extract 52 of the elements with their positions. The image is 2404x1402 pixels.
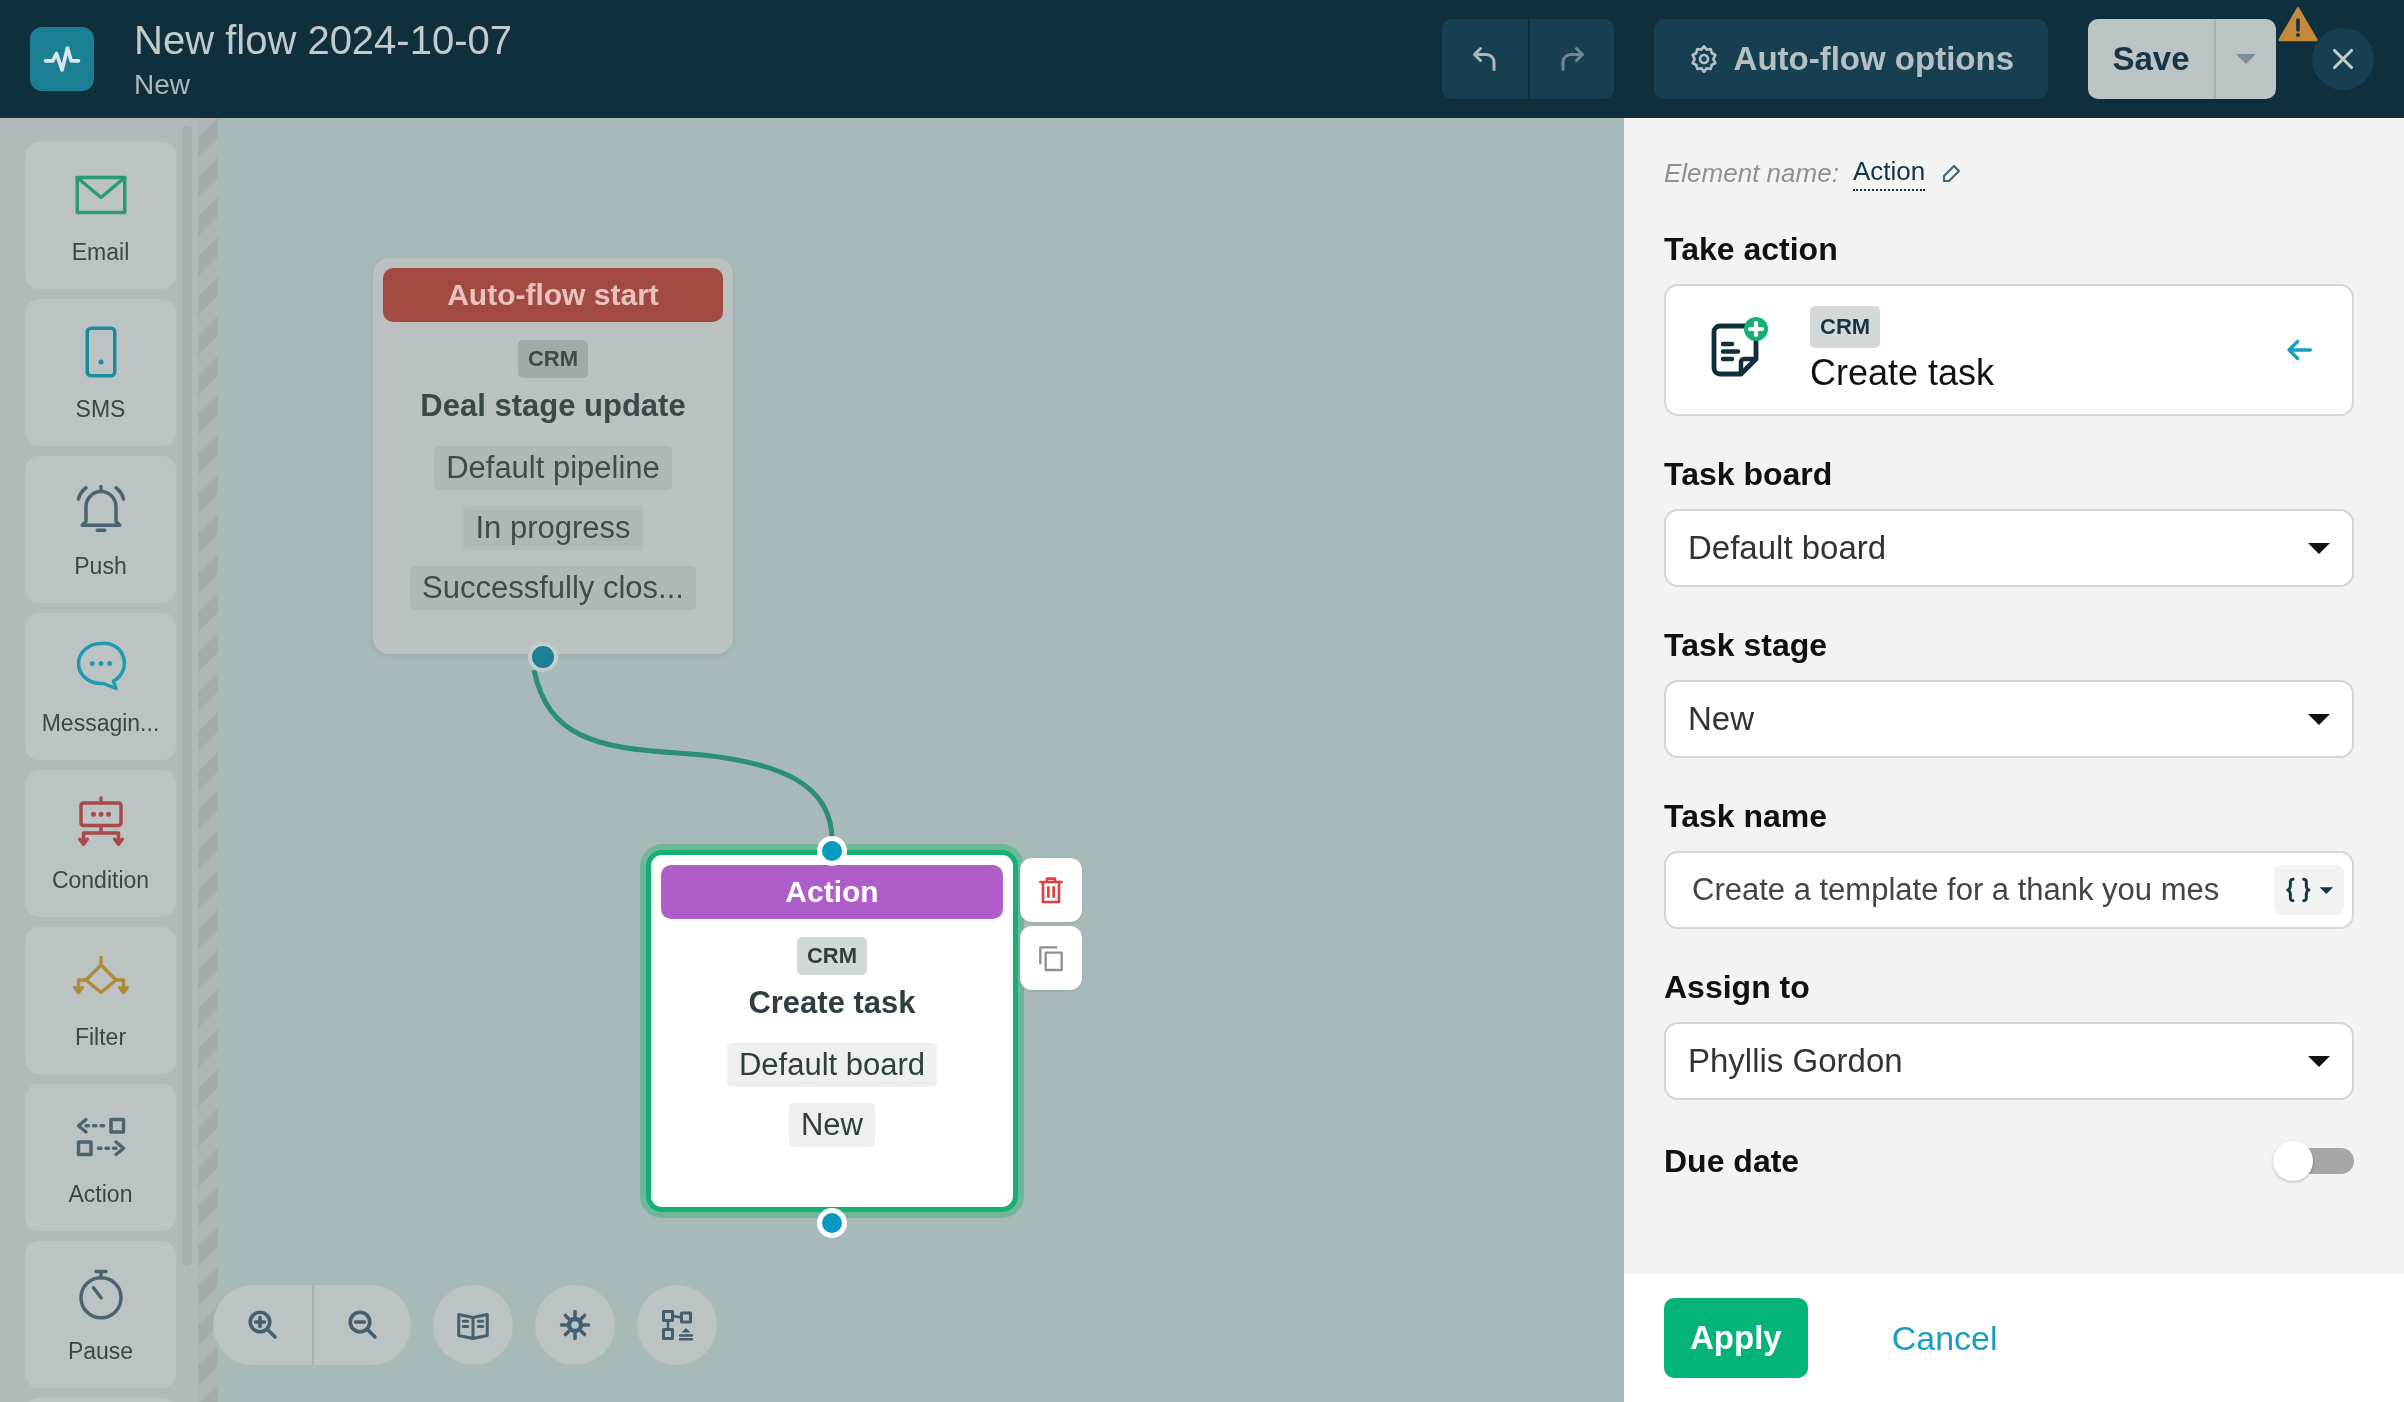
- caret-icon: [2308, 713, 2330, 725]
- field-label: Task name: [1664, 798, 1829, 835]
- flow-title: New flow 2024-10-07: [134, 17, 513, 63]
- flow-status: New: [134, 68, 191, 101]
- options-button[interactable]: Auto-flow options: [1653, 19, 2048, 99]
- caret-icon: [2308, 542, 2330, 554]
- flow-node[interactable]: Auto-flow start CRM Deal stage update Default pipeline In progress Successfully clos...: [373, 258, 733, 654]
- field-label: Task board: [1664, 456, 1834, 493]
- node-chip: In progress: [463, 506, 643, 550]
- cancel-button[interactable]: Cancel: [1891, 1318, 1998, 1358]
- toggle-switch[interactable]: [2272, 1140, 2354, 1182]
- action-title: Create task: [1810, 352, 1995, 394]
- element-tile[interactable]: SMS: [25, 299, 176, 446]
- tag-label: CRM: [1810, 306, 1881, 348]
- field-label: Due date: [1664, 1142, 1800, 1180]
- element-name-link[interactable]: Action: [1852, 156, 1926, 191]
- node-chip: Default pipeline: [434, 446, 672, 490]
- element-tile[interactable]: Condition: [25, 770, 176, 917]
- field-label: Task stage: [1664, 627, 1829, 664]
- flow-canvas[interactable]: Auto-flow start CRM Deal stage update Default pipeline In progress Successfully clos... Action CRM Create task Default board New: [198, 118, 1624, 1402]
- node-header: Auto-flow start: [383, 268, 723, 322]
- delete-button[interactable]: [1020, 858, 1082, 922]
- field-label: Assign to: [1664, 969, 1811, 1006]
- element-tile[interactable]: Filter: [25, 927, 176, 1074]
- settings-icon: [557, 1307, 593, 1343]
- save-button[interactable]: Save: [2088, 19, 2214, 99]
- element-tile[interactable]: Messagin...: [25, 613, 176, 760]
- element-tile[interactable]: Pause: [25, 1241, 176, 1388]
- node-header: Action: [661, 865, 1003, 919]
- node-chip: New: [789, 1103, 875, 1147]
- tag-label: CRM: [796, 937, 868, 975]
- node-title: Deal stage update: [420, 388, 686, 424]
- node-chip: Successfully clos...: [410, 566, 696, 610]
- app-logo[interactable]: [30, 27, 94, 91]
- node-title: Create task: [748, 985, 916, 1021]
- element-name-label: Element name:: [1664, 158, 1839, 189]
- tag-label: CRM: [517, 340, 589, 378]
- diagram-icon: [659, 1307, 695, 1343]
- field-label: Take action: [1664, 231, 1839, 268]
- dropdown-field[interactable]: Default board: [1664, 509, 2354, 587]
- variables-button[interactable]: [2274, 865, 2344, 915]
- element-tile[interactable]: Action: [25, 1084, 176, 1231]
- dropdown-field[interactable]: Phyllis Gordon: [1664, 1022, 2354, 1100]
- text-field[interactable]: Create a template for a thank you mes: [1664, 851, 2354, 929]
- element-tile[interactable]: Push: [25, 456, 176, 603]
- node-chip: Default board: [726, 1043, 938, 1087]
- caret-icon: [2308, 1055, 2330, 1067]
- duplicate-button[interactable]: [1020, 926, 1082, 990]
- dropdown-field[interactable]: New: [1664, 680, 2354, 758]
- caret-icon: [2236, 54, 2256, 64]
- action-card[interactable]: CRM Create task: [1664, 284, 2354, 416]
- element-tile[interactable]: Email: [25, 142, 176, 289]
